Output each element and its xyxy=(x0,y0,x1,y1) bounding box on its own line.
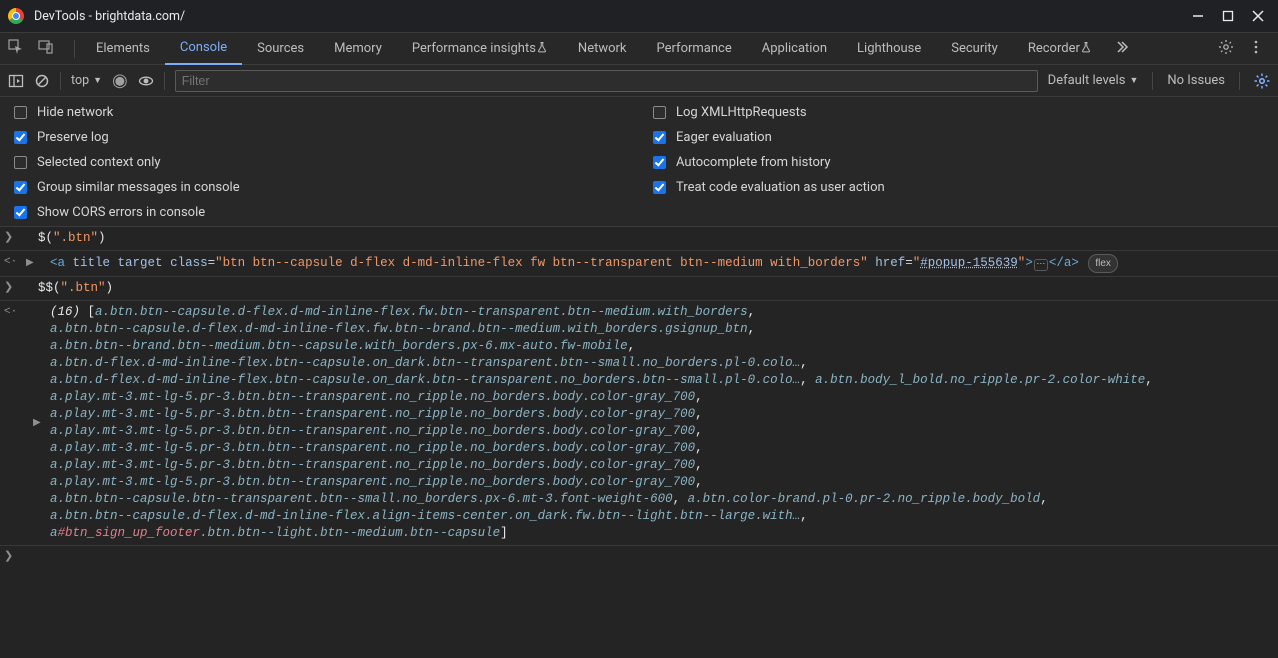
expand-icon[interactable]: ▶ xyxy=(33,415,41,432)
tab-recorder[interactable]: Recorder xyxy=(1013,33,1107,65)
issues-link[interactable]: No Issues xyxy=(1167,73,1225,88)
setting-preserve-log[interactable]: Preserve log xyxy=(14,130,639,145)
filter-input[interactable] xyxy=(175,70,1038,92)
checkbox[interactable] xyxy=(653,181,666,194)
setting-label: Autocomplete from history xyxy=(676,155,831,170)
checkbox[interactable] xyxy=(14,106,27,119)
setting-label: Group similar messages in console xyxy=(37,180,240,195)
chrome-icon xyxy=(8,8,24,24)
checkbox[interactable] xyxy=(14,206,27,219)
window-maximize[interactable] xyxy=(1222,10,1234,22)
checkbox[interactable] xyxy=(653,156,666,169)
flask-icon xyxy=(1080,41,1092,57)
log-levels-dropdown[interactable]: Default levels ▼ xyxy=(1048,73,1139,88)
context-selector[interactable]: top ▼ xyxy=(71,73,102,88)
console-input-row[interactable]: ❯$(".btn") xyxy=(0,227,1278,251)
window-close[interactable] xyxy=(1252,10,1264,22)
tab-lighthouse[interactable]: Lighthouse xyxy=(842,33,936,65)
clear-console-icon[interactable] xyxy=(34,73,50,89)
setting-autocomplete-from-history[interactable]: Autocomplete from history xyxy=(653,155,1278,170)
checkbox[interactable] xyxy=(653,131,666,144)
context-label: top xyxy=(71,73,89,88)
setting-label: Selected context only xyxy=(37,155,161,170)
issues-label: No Issues xyxy=(1167,73,1225,88)
tab-performance[interactable]: Performance xyxy=(642,33,747,65)
window-title: DevTools - brightdata.com/ xyxy=(34,9,1192,24)
setting-label: Log XMLHttpRequests xyxy=(676,105,807,120)
setting-treat-code-evaluation-as-user-action[interactable]: Treat code evaluation as user action xyxy=(653,180,1278,195)
console-output-row[interactable]: <·(16) [a.btn.btn--capsule.d-flex.d-md-i… xyxy=(0,301,1278,546)
setting-show-cors-errors-in-console[interactable]: Show CORS errors in console xyxy=(14,205,639,220)
live-expression-icon[interactable] xyxy=(138,73,154,89)
tab-performance-insights[interactable]: Performance insights xyxy=(397,33,563,65)
tab-elements[interactable]: Elements xyxy=(81,33,165,65)
checkbox[interactable] xyxy=(14,131,27,144)
tab-security[interactable]: Security xyxy=(936,33,1013,65)
setting-label: Hide network xyxy=(37,105,113,120)
setting-log-xmlhttprequests[interactable]: Log XMLHttpRequests xyxy=(653,105,1278,120)
checkbox[interactable] xyxy=(14,156,27,169)
console-output[interactable]: ❯$(".btn")<·▶<a title target class="btn … xyxy=(0,226,1278,658)
checkbox[interactable] xyxy=(653,106,666,119)
setting-selected-context-only[interactable]: Selected context only xyxy=(14,155,639,170)
tab-network[interactable]: Network xyxy=(563,33,642,65)
device-toggle-icon[interactable] xyxy=(38,39,54,59)
tab-sources[interactable]: Sources xyxy=(242,33,319,65)
setting-label: Preserve log xyxy=(37,130,109,145)
setting-hide-network[interactable]: Hide network xyxy=(14,105,639,120)
kebab-menu-icon[interactable] xyxy=(1248,39,1264,59)
console-settings-panel: Hide network Preserve log Selected context… xyxy=(0,96,1278,226)
console-toolbar: top ▼ ◉ Default levels ▼ No Issues xyxy=(0,64,1278,96)
console-prompt[interactable]: ❯ xyxy=(0,546,1278,552)
window-minimize[interactable] xyxy=(1192,10,1204,22)
setting-group-similar-messages-in-console[interactable]: Group similar messages in console xyxy=(14,180,639,195)
setting-label: Eager evaluation xyxy=(676,130,772,145)
console-input-row[interactable]: ❯$$(".btn") xyxy=(0,277,1278,301)
flask-icon xyxy=(536,41,548,57)
more-tabs-icon[interactable] xyxy=(1113,39,1129,59)
tab-console[interactable]: Console xyxy=(165,33,242,65)
checkbox[interactable] xyxy=(14,181,27,194)
title-bar: DevTools - brightdata.com/ xyxy=(0,0,1278,32)
toggle-sidebar-icon[interactable] xyxy=(8,73,24,89)
devtools-tab-strip: ElementsConsoleSourcesMemoryPerformance … xyxy=(0,32,1278,64)
console-output-row[interactable]: <·▶<a title target class="btn btn--capsu… xyxy=(0,251,1278,277)
log-levels-label: Default levels xyxy=(1048,73,1126,88)
tab-memory[interactable]: Memory xyxy=(319,33,397,65)
setting-label: Show CORS errors in console xyxy=(37,205,205,220)
inspect-icon[interactable] xyxy=(8,39,24,59)
setting-label: Treat code evaluation as user action xyxy=(676,180,885,195)
console-settings-gear-icon[interactable] xyxy=(1254,73,1270,89)
settings-gear-icon[interactable] xyxy=(1218,39,1234,59)
setting-eager-evaluation[interactable]: Eager evaluation xyxy=(653,130,1278,145)
tab-application[interactable]: Application xyxy=(747,33,842,65)
